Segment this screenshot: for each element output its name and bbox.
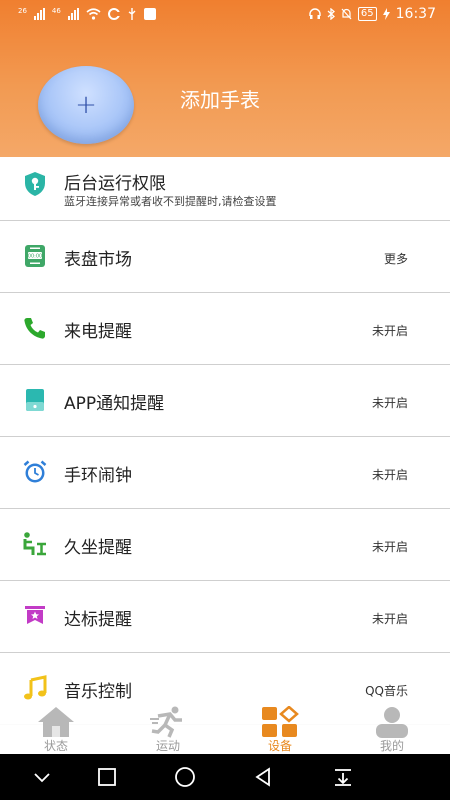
- profile-icon: [376, 707, 408, 738]
- shield-key-icon: [25, 172, 45, 196]
- svg-text:00:00: 00:00: [28, 254, 42, 260]
- back-triangle-icon[interactable]: [250, 764, 276, 790]
- list-item-status: 未开启: [371, 468, 408, 482]
- running-icon: [150, 706, 182, 738]
- list-item-label: 后台运行权限: [64, 174, 166, 194]
- list-item-label: 来电提醒: [64, 322, 132, 342]
- network-label-2: 46: [51, 7, 61, 15]
- charging-icon: [382, 8, 390, 20]
- usb-icon: [128, 8, 136, 20]
- list-item-call-reminder[interactable]: 来电提醒 未开启: [0, 293, 450, 365]
- wifi-icon: [86, 8, 101, 20]
- sitting-person-icon: [23, 532, 46, 556]
- tab-label: 状态: [43, 739, 68, 753]
- list-item-watchface-market[interactable]: 00:00 表盘市场 更多: [0, 221, 450, 293]
- list-item-goal-reminder[interactable]: 达标提醒 未开启: [0, 581, 450, 653]
- app-c-icon: [107, 8, 120, 20]
- tab-label: 运动: [155, 739, 180, 753]
- battery-level: 65: [357, 7, 377, 21]
- phone-icon: [24, 318, 45, 339]
- header: 26 46 65 16:37 + 添加手表: [0, 0, 450, 157]
- tab-profile[interactable]: 我的: [336, 704, 448, 754]
- goal-flag-icon: [25, 606, 45, 624]
- watchface-icon: 00:00: [25, 245, 45, 267]
- tab-status[interactable]: 状态: [0, 704, 112, 754]
- mute-bell-icon: [341, 8, 352, 20]
- plus-icon: +: [75, 90, 97, 120]
- tab-sport[interactable]: 运动: [112, 704, 224, 754]
- list-item-sedentary-reminder[interactable]: 久坐提醒 未开启: [0, 509, 450, 581]
- tab-label: 设备: [267, 739, 292, 753]
- list-item-status: QQ音乐: [365, 684, 408, 698]
- signal-icon-1: [33, 8, 45, 20]
- status-bar: 26 46 65 16:37: [0, 0, 450, 32]
- home-icon: [38, 707, 74, 737]
- list-item-status: 未开启: [371, 612, 408, 626]
- devices-grid-icon: [262, 706, 299, 737]
- list-item-alarm[interactable]: 手环闹钟 未开启: [0, 437, 450, 509]
- network-label-1: 26: [18, 7, 27, 15]
- home-circle-icon[interactable]: [172, 764, 198, 790]
- list-item-label: 手环闹钟: [64, 466, 132, 486]
- list-item-status: 更多: [383, 252, 408, 266]
- list-item-background-run[interactable]: 后台运行权限 蓝牙连接异常或者收不到提醒时,请检查设置: [0, 157, 450, 221]
- list-item-label: 音乐控制: [64, 682, 132, 702]
- add-watch-label[interactable]: 添加手表: [180, 84, 260, 113]
- list-item-label: 达标提醒: [64, 610, 132, 630]
- signal-icon-2: [67, 8, 79, 20]
- notification-pull-icon[interactable]: [330, 764, 356, 790]
- list-item-status: 未开启: [371, 540, 408, 554]
- music-note-icon: [24, 675, 47, 700]
- tab-devices[interactable]: 设备: [224, 704, 336, 754]
- add-watch-button[interactable]: +: [38, 66, 134, 144]
- tab-label: 我的: [379, 739, 404, 753]
- screen: 26 46 65 16:37 + 添加手表 后台运行权限 蓝牙连接异常或者收不到…: [0, 0, 450, 800]
- clock-time: 16:37: [395, 6, 436, 22]
- list-item-label: 表盘市场: [64, 250, 132, 270]
- list-item-status: 未开启: [371, 324, 408, 338]
- list-item-label: APP通知提醒: [64, 394, 165, 414]
- list-item-status: 未开启: [371, 396, 408, 410]
- system-nav-bar: [0, 754, 450, 800]
- hide-nav-chevron-icon[interactable]: [29, 764, 55, 790]
- list-item-label: 久坐提醒: [64, 538, 132, 558]
- headphone-icon: [309, 8, 321, 19]
- app-badge-icon: [143, 8, 156, 20]
- bluetooth-icon: [327, 8, 335, 20]
- alarm-clock-icon: [23, 460, 47, 483]
- list-item-app-notification[interactable]: APP通知提醒 未开启: [0, 365, 450, 437]
- bottom-nav: 状态 运动 设备 我的: [0, 704, 450, 754]
- tablet-icon: [26, 389, 44, 411]
- recent-apps-icon[interactable]: [94, 764, 120, 790]
- list-item-subtitle: 蓝牙连接异常或者收不到提醒时,请检查设置: [64, 195, 277, 208]
- settings-list: 后台运行权限 蓝牙连接异常或者收不到提醒时,请检查设置 00:00 表盘市场 更…: [0, 157, 450, 725]
